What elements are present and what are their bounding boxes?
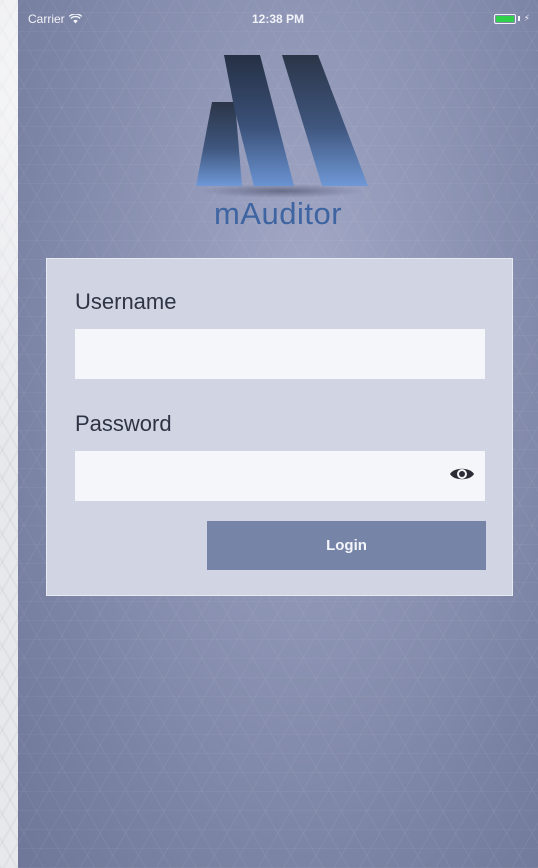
login-card: Username Password Login — [46, 258, 513, 596]
eye-icon[interactable] — [449, 465, 475, 483]
battery-icon — [493, 13, 516, 24]
charging-icon: ⚡ — [523, 13, 530, 23]
username-input[interactable] — [75, 329, 485, 379]
battery-fill — [495, 15, 514, 22]
status-bar: Carrier 12:38 PM ⚡ — [18, 0, 538, 40]
brand-header: mAuditor — [18, 48, 538, 248]
login-button[interactable]: Login — [207, 521, 486, 570]
password-input[interactable] — [75, 451, 485, 501]
status-time: 12:38 PM — [251, 12, 305, 26]
password-label: Password — [75, 411, 172, 436]
app-name: mAuditor — [213, 196, 343, 231]
phone-screen: Carrier 12:38 PM ⚡ mAuditor Username Pas… — [18, 0, 538, 868]
m-logo-icon — [196, 55, 368, 198]
battery-nub — [517, 16, 520, 21]
username-label: Username — [75, 289, 177, 314]
battery-indicator: ⚡ — [493, 13, 530, 24]
